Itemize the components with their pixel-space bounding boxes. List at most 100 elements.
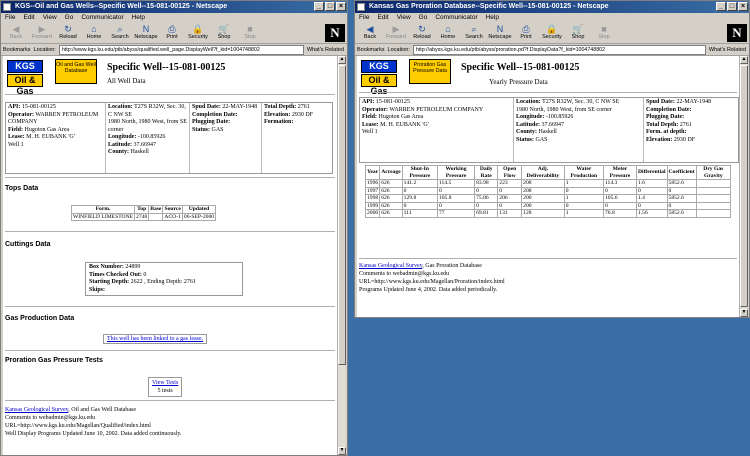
menu-communicator[interactable]: Communicator <box>435 13 477 23</box>
column-header: Coefficient <box>666 165 697 180</box>
menu-edit[interactable]: Edit <box>377 13 388 23</box>
info-label: API: <box>362 99 375 105</box>
info-row: Longitude: -100.85926 <box>108 134 187 142</box>
url-input[interactable]: http://abyss.kgs.ku.edu/ptb/abyss/prorat… <box>412 44 706 55</box>
menu-edit[interactable]: Edit <box>23 13 34 23</box>
window-title: KGS--Oil and Gas Wells--Specific Well--1… <box>15 3 228 10</box>
maximize-icon[interactable]: □ <box>727 2 737 11</box>
kgs-footer-link[interactable]: Kansas Geological Survey <box>359 263 422 269</box>
shop-button[interactable]: 🛒 Shop <box>211 23 237 43</box>
title-bar[interactable]: Kansas Gas Proration Database--Specific … <box>355 1 749 13</box>
close-icon[interactable]: × <box>336 2 346 11</box>
info-row: Plugging Date: <box>646 114 736 122</box>
back-button[interactable]: ◀ Back <box>357 23 383 43</box>
menu-view[interactable]: View <box>43 13 57 23</box>
stop-button[interactable]: ■ Stop <box>591 23 617 43</box>
security-button[interactable]: 🔒 Security <box>185 23 211 43</box>
view-tests-box: View Tests 5 tests <box>148 377 183 397</box>
table-cell: ACO-1 <box>162 212 183 221</box>
home-button[interactable]: ⌂ Home <box>435 23 461 43</box>
lock-icon: 🔒 <box>192 24 204 34</box>
kgs-logo[interactable]: KGS <box>7 60 43 73</box>
netscape-button[interactable]: N Netscape <box>487 23 513 43</box>
info-row: Latitude: 37.66947 <box>516 122 641 130</box>
home-button[interactable]: ⌂ Home <box>81 23 107 43</box>
netscape-logo-icon[interactable]: N <box>727 24 747 42</box>
vertical-scrollbar[interactable]: ▲ ▼ <box>337 56 346 455</box>
scroll-down-arrow-icon[interactable]: ▼ <box>338 447 346 455</box>
whats-related-button[interactable]: What's Related <box>307 47 347 53</box>
menu-help[interactable]: Help <box>132 13 145 23</box>
bookmarks-button[interactable]: Bookmarks <box>357 47 385 53</box>
table-cell: 200 <box>521 201 565 210</box>
menu-communicator[interactable]: Communicator <box>81 13 123 23</box>
netscape-button[interactable]: N Netscape <box>133 23 159 43</box>
search-button[interactable]: ⌕ Search <box>107 23 133 43</box>
info-label: County: <box>516 129 538 135</box>
url-input[interactable]: http://www.kgs.ku.edu/ptb/abyss/qualifie… <box>58 44 304 55</box>
reload-button[interactable]: ↻ Reload <box>409 23 435 43</box>
scroll-thumb[interactable] <box>740 65 748 307</box>
browser-window-proration-data: Kansas Gas Proration Database--Specific … <box>354 0 750 318</box>
cuttings-data-heading: Cuttings Data <box>5 241 51 248</box>
scroll-down-arrow-icon[interactable]: ▼ <box>740 309 748 317</box>
view-tests-link[interactable]: View Tests <box>152 379 178 387</box>
scroll-up-arrow-icon[interactable]: ▲ <box>740 56 748 64</box>
info-row: Field: Hugoton Gas Area <box>8 127 103 135</box>
menu-file[interactable]: File <box>359 13 369 23</box>
info-column: API: 15-081-00125 Operator: WARREN PETROL… <box>360 98 514 162</box>
info-value: Well 1 <box>362 129 378 135</box>
footer-line: Comments to webadmin@kgs.ku.edu <box>5 415 96 421</box>
search-button[interactable]: ⌕ Search <box>461 23 487 43</box>
vertical-scrollbar[interactable]: ▲ ▼ <box>739 56 748 317</box>
scroll-up-arrow-icon[interactable]: ▲ <box>338 56 346 64</box>
close-icon[interactable]: × <box>738 2 748 11</box>
oil-gas-database-button[interactable]: Oil and Gas Well Database <box>55 59 97 84</box>
bookmarks-button[interactable]: Bookmarks <box>3 47 31 53</box>
kgs-logo[interactable]: KGS <box>361 60 397 73</box>
scroll-thumb[interactable] <box>338 65 346 365</box>
toolbar-label: Search <box>465 34 483 40</box>
table-cell: 0 <box>635 186 668 195</box>
table-cell: 626 <box>379 179 403 188</box>
title-bar[interactable]: KGS--Oil and Gas Wells--Specific Well--1… <box>1 1 347 13</box>
oil-gas-logo[interactable]: Oil & Gas <box>361 74 397 96</box>
minimize-icon[interactable]: _ <box>314 2 324 11</box>
info-label: Completion Date: <box>646 106 692 113</box>
column-header: Open Flow <box>497 165 523 180</box>
menu-go[interactable]: Go <box>419 13 428 23</box>
print-button[interactable]: ⎙ Print <box>513 23 539 43</box>
table-cell: 626 <box>379 209 403 218</box>
menu-help[interactable]: Help <box>486 13 499 23</box>
menu-view[interactable]: View <box>397 13 411 23</box>
oil-gas-logo[interactable]: Oil & Gas <box>7 74 43 96</box>
print-button[interactable]: ⎙ Print <box>159 23 185 43</box>
kgs-footer-link[interactable]: Kansas Geological Survey <box>5 407 68 413</box>
info-value: 1980 North, 1980 West, from SE corner <box>108 119 187 133</box>
info-label: Field: <box>8 126 23 133</box>
forward-button[interactable]: ▶ Forward <box>29 23 55 43</box>
info-value: Haskell <box>130 149 149 155</box>
forward-button[interactable]: ▶ Forward <box>383 23 409 43</box>
table-row: 1997 626 0 0 0 0 208 0 0 0 0 <box>364 186 732 195</box>
table-cell: 114.3 <box>602 179 637 188</box>
table-cell: 206 <box>497 194 523 203</box>
reload-button[interactable]: ↻ Reload <box>55 23 81 43</box>
stop-button[interactable]: ■ Stop <box>237 23 263 43</box>
info-row: API: 15-081-00125 <box>8 104 103 112</box>
proration-database-button[interactable]: Proration Gas Pressure Data <box>409 59 451 84</box>
info-value: T27S R32W, Sec. 30, C NW SE <box>542 99 620 105</box>
forward-arrow-icon: ▶ <box>392 24 400 34</box>
maximize-icon[interactable]: □ <box>325 2 335 11</box>
minimize-icon[interactable]: _ <box>716 2 726 11</box>
location-label: Location: <box>387 46 410 53</box>
security-button[interactable]: 🔒 Security <box>539 23 565 43</box>
whats-related-button[interactable]: What's Related <box>709 47 749 53</box>
gas-lease-link[interactable]: This well has been linked to a gas lease… <box>107 336 203 342</box>
back-button[interactable]: ◀ Back <box>3 23 29 43</box>
info-label: Status: <box>516 136 535 143</box>
shop-button[interactable]: 🛒 Shop <box>565 23 591 43</box>
menu-file[interactable]: File <box>5 13 15 23</box>
menu-go[interactable]: Go <box>65 13 74 23</box>
netscape-logo-icon[interactable]: N <box>325 24 345 42</box>
